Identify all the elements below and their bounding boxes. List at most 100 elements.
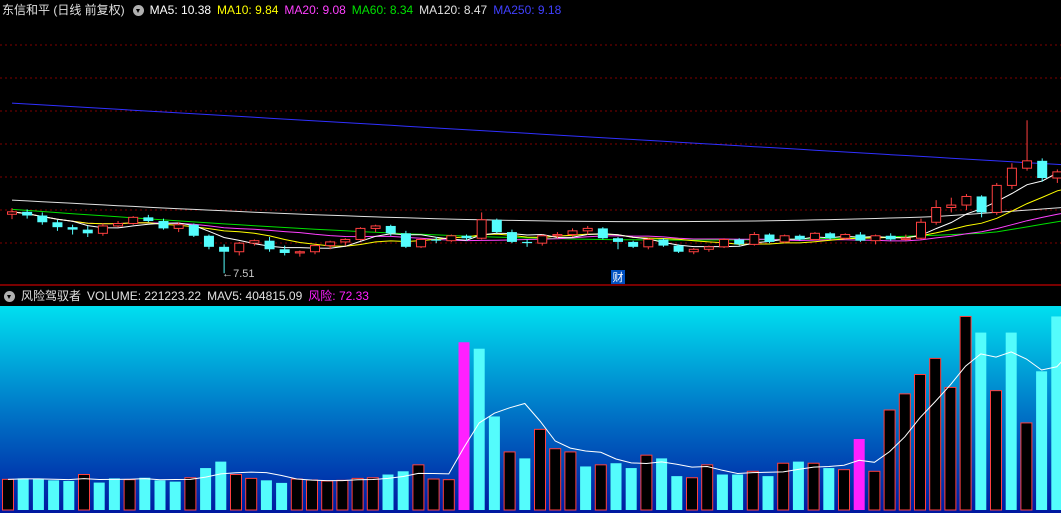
volume-bar (336, 479, 349, 511)
volume-bar (975, 332, 987, 510)
volume-chart[interactable] (0, 286, 1061, 513)
volume-bar (184, 477, 197, 511)
candle (82, 225, 93, 237)
volume-bar (777, 462, 790, 511)
volume-bar (321, 480, 334, 511)
candle-body (416, 238, 427, 248)
candle (688, 248, 699, 255)
ma20-line (11, 211, 1061, 242)
ma250-line (11, 102, 1061, 166)
dropdown-icon[interactable] (132, 4, 144, 16)
candle-body (628, 241, 639, 247)
candle (673, 244, 684, 253)
volume-bar (1051, 316, 1061, 510)
dropdown-icon[interactable] (4, 290, 15, 302)
candle (1052, 169, 1061, 183)
volume-bar (838, 469, 850, 511)
candle-body (446, 235, 457, 242)
candle-body (552, 234, 563, 237)
candle (143, 214, 154, 223)
volume-bar (534, 428, 546, 511)
candle-body (325, 241, 336, 247)
candle (506, 229, 517, 244)
candle-body (673, 245, 684, 252)
candle (779, 234, 790, 244)
candle-body (264, 240, 275, 250)
candle-body (522, 241, 533, 244)
volume-bar (169, 481, 181, 510)
candle-body (461, 235, 472, 239)
candle-body (658, 239, 669, 246)
volume-bar (519, 458, 531, 510)
candle (340, 238, 351, 246)
candle (1022, 120, 1033, 171)
volume-bar (807, 462, 820, 511)
candle-body (840, 234, 851, 239)
volume-bar (139, 477, 151, 510)
volume-bar (762, 476, 774, 510)
candle-body (961, 195, 972, 206)
candle-body (476, 219, 487, 239)
candle-body (885, 235, 896, 240)
candle (764, 233, 775, 244)
candle-body (870, 235, 881, 242)
candle (794, 234, 805, 241)
volume-bar (154, 480, 166, 510)
candle (931, 200, 942, 225)
candle (749, 232, 760, 246)
volume-bar (929, 357, 942, 511)
price-chart[interactable]: ←11.36←7.51财 (0, 0, 1061, 285)
candle (870, 234, 881, 245)
candle-body (794, 235, 805, 240)
volume-bar (245, 477, 258, 511)
volume-bar (868, 470, 881, 511)
volume-panel[interactable]: 风险驾驭者 VOLUME: 221223.22 MAV5: 404815.09 … (0, 286, 1061, 513)
candle-body (113, 222, 124, 227)
candle-body (1052, 171, 1061, 179)
candle (113, 221, 124, 228)
candle-body (97, 225, 108, 234)
stock-title: 东信和平 (日线 前复权) (2, 3, 125, 17)
candle-body (809, 232, 820, 240)
candle (355, 227, 366, 241)
volume-bar (914, 374, 926, 511)
volume-bar (276, 482, 288, 510)
candle (719, 238, 730, 249)
volume-bar (990, 390, 1002, 511)
candle (249, 239, 260, 246)
candle (643, 238, 654, 250)
candle-body (703, 246, 714, 250)
candle (703, 245, 714, 252)
volume-bar (944, 386, 957, 511)
price-panel[interactable]: ←11.36←7.51财 东信和平 (日线 前复权) MA5: 10.38 MA… (0, 0, 1061, 285)
volume-bar (883, 409, 896, 511)
candle-body (249, 240, 260, 244)
candle-body (82, 229, 93, 234)
candle (97, 223, 108, 236)
candle (946, 197, 957, 213)
ma250-label: MA250: 9.18 (493, 3, 562, 17)
volume-bar (610, 463, 622, 510)
candle-body (173, 224, 184, 229)
candle-body (385, 225, 396, 234)
volume-bar (746, 470, 759, 511)
candle-body (734, 239, 745, 245)
candle-body (37, 215, 48, 223)
event-marker-label: 财 (613, 270, 624, 284)
candle (37, 212, 48, 225)
candle (1037, 158, 1048, 182)
candle (234, 241, 245, 256)
volume-bar (78, 474, 90, 511)
candle-body (991, 184, 1002, 213)
candle-body (188, 224, 199, 236)
candle-body (825, 233, 836, 239)
mav5-label: MAV5: 404815.09 (207, 289, 303, 303)
candle-body (855, 234, 866, 241)
volume-bar (853, 439, 865, 510)
volume-bar (427, 478, 440, 511)
candle (991, 182, 1002, 215)
volume-bar (93, 482, 105, 510)
candle-body (1006, 167, 1017, 186)
volume-bar (625, 468, 637, 510)
volume-bar (108, 478, 120, 510)
